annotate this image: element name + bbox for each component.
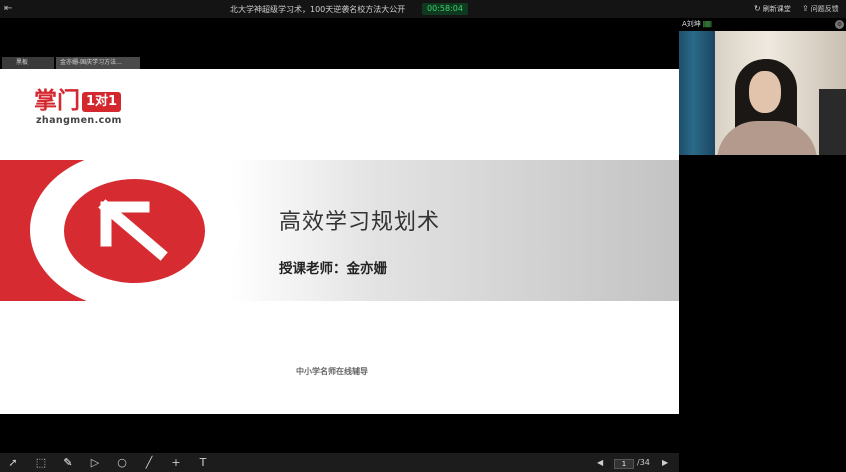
teacher-name: A刘坤	[682, 20, 701, 28]
triangle-icon[interactable]: ▷	[87, 456, 103, 470]
logo-text: 掌门	[34, 88, 80, 114]
drawing-toolbar: ➚ ⬚ ✎ ▷ ○ ╱ + T ◀ /34 ▶	[0, 453, 679, 472]
logo-url: zhangmen.com	[36, 115, 122, 126]
select-icon[interactable]: ⬚	[33, 456, 49, 470]
arrow-up-left-icon	[98, 199, 168, 261]
camera-label: A刘坤 |||||||| ⚙	[679, 18, 846, 31]
line-icon[interactable]: ╱	[141, 456, 157, 470]
slide-subtitle: 授课老师：金亦姗	[279, 261, 387, 277]
refresh-classroom-button[interactable]: ↻ 刷新课堂	[754, 4, 791, 14]
feedback-button[interactable]: ⇪ 问题反馈	[802, 4, 839, 14]
camera-settings-icon[interactable]: ⚙	[835, 20, 844, 29]
video-person-face	[749, 71, 781, 113]
cross-icon[interactable]: +	[168, 456, 184, 470]
course-title: 北大学神超级学习术，100天逆袭名校方法大公开	[230, 5, 406, 14]
slide-footer: 中小学名师在线辅导	[296, 367, 368, 376]
feedback-label: 问题反馈	[810, 5, 839, 13]
page-number-input[interactable]: 1	[614, 459, 634, 469]
class-timer: 00:58:04	[422, 3, 468, 15]
tab-courseware[interactable]: 金亦姗-国庆学习方法...	[56, 57, 140, 69]
video-bookshelf	[819, 89, 846, 155]
next-page-icon[interactable]: ▶	[662, 456, 668, 469]
signal-icon: ||||||||	[702, 21, 712, 28]
text-icon[interactable]: T	[195, 456, 211, 470]
pen-icon[interactable]: ✎	[60, 456, 76, 470]
arrow-emblem	[64, 179, 205, 283]
classroom-window: ⇤ 北大学神超级学习术，100天逆袭名校方法大公开 00:58:04 ↻ 刷新课堂…	[0, 0, 846, 472]
exit-icon[interactable]: ⇤	[4, 3, 16, 15]
pointer-icon[interactable]: ➚	[5, 456, 21, 470]
logo-badge: 1对1	[82, 92, 122, 112]
circle-icon[interactable]: ○	[114, 456, 130, 470]
teacher-video	[679, 31, 846, 155]
upload-icon: ⇪	[802, 4, 809, 13]
page-total: /34	[637, 458, 650, 467]
top-bar: ⇤ 北大学神超级学习术，100天逆袭名校方法大公开 00:58:04 ↻ 刷新课堂…	[0, 0, 846, 18]
refresh-icon: ↻	[754, 4, 761, 13]
prev-page-icon[interactable]: ◀	[597, 456, 603, 469]
zhangmen-logo: 掌门 1对1 zhangmen.com	[34, 88, 122, 126]
video-curtain	[679, 31, 715, 155]
slide-canvas[interactable]: 掌门 1对1 zhangmen.com 高效学习规划术 授课老师：金亦姗 中小学名…	[0, 69, 679, 414]
slide-title: 高效学习规划术	[279, 210, 441, 235]
tab-blackboard[interactable]: 黑板	[2, 57, 54, 69]
refresh-label: 刷新课堂	[762, 5, 791, 13]
